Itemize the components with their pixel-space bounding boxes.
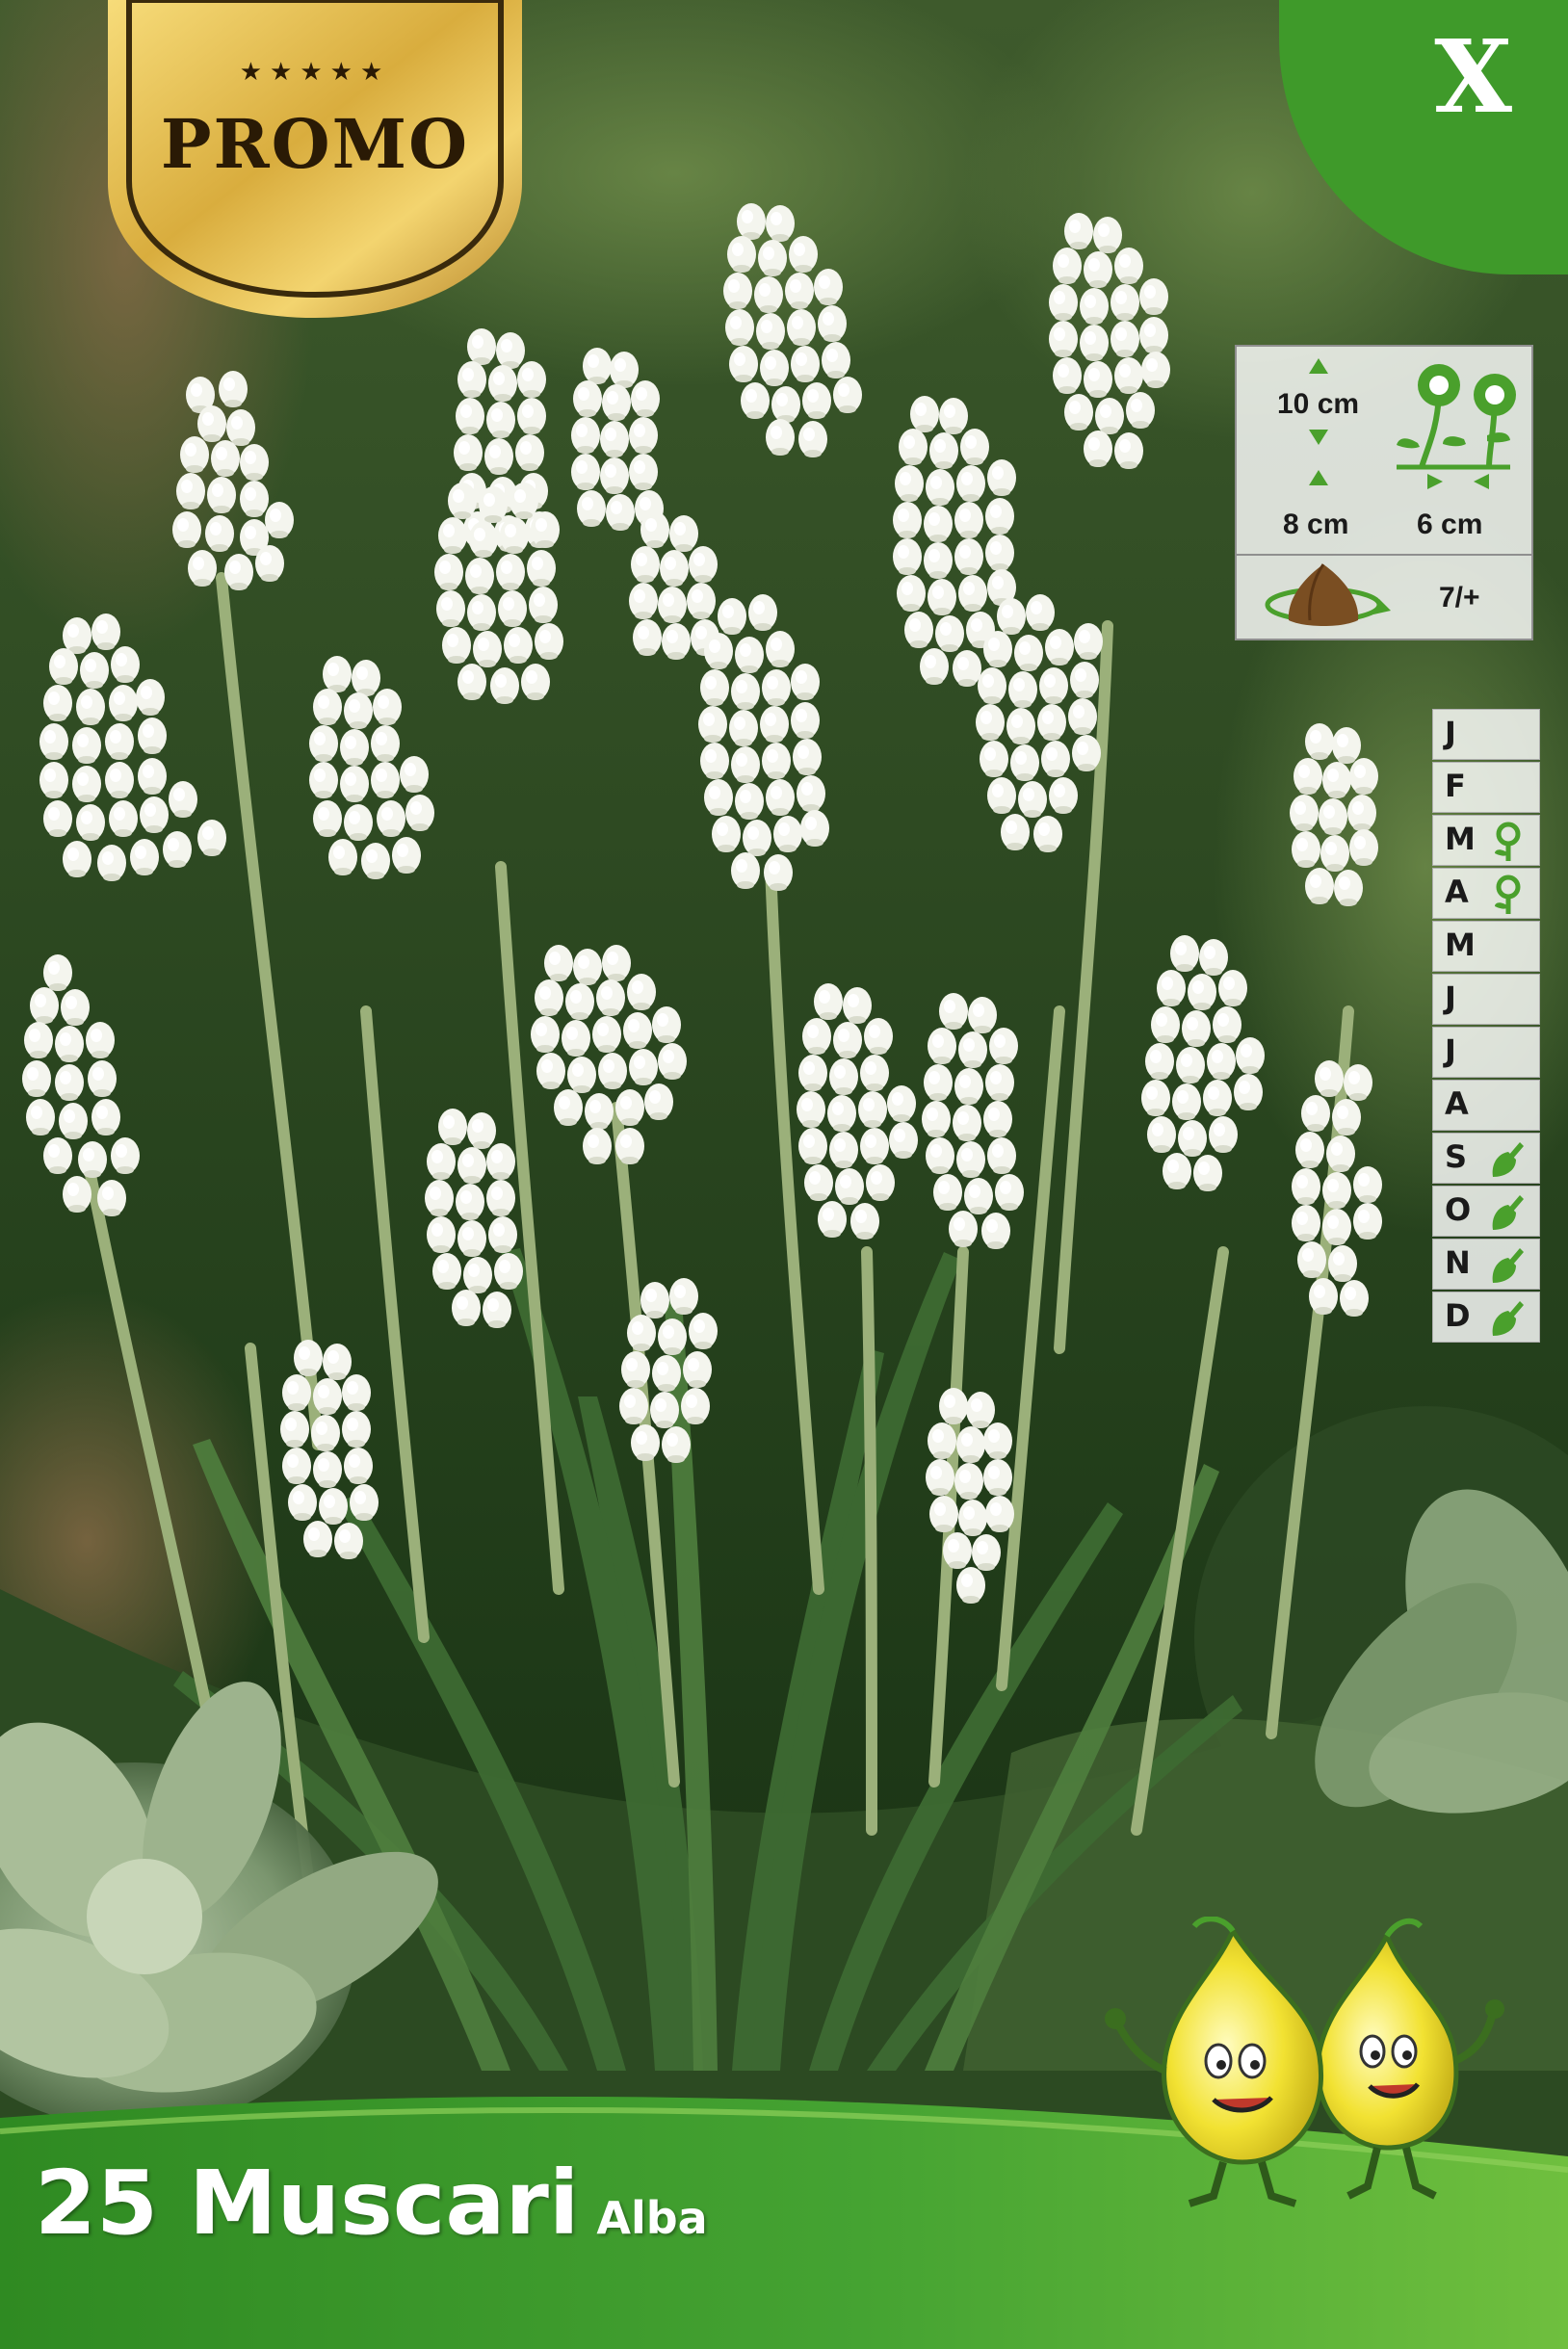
month-letter: N [1445, 1244, 1471, 1281]
month-row-june: J [1432, 974, 1540, 1025]
month-row-january: J [1432, 709, 1540, 760]
flower-icon [1495, 874, 1521, 914]
month-letter: J [1445, 715, 1456, 751]
month-row-february: F [1432, 762, 1540, 813]
bulb-size-badge: X [1279, 0, 1568, 274]
month-letter: O [1445, 1191, 1472, 1228]
month-letter: F [1445, 768, 1466, 804]
month-row-october: O [1432, 1186, 1540, 1237]
month-letter: S [1445, 1138, 1468, 1175]
trowel-icon [1492, 1195, 1524, 1230]
month-letter: M [1445, 927, 1476, 963]
product-title: 25 Muscari Alba [35, 2152, 708, 2255]
trowel-icon [1492, 1301, 1524, 1336]
bulb-size-range: 7/+ [1439, 582, 1480, 613]
month-letter: A [1445, 1085, 1469, 1122]
bulb-size-letter: X [1434, 17, 1512, 136]
bulb-rotation-icon [1265, 563, 1391, 626]
promo-badge: ★★★★★ PROMO [108, 0, 522, 318]
green-corner-shape [1279, 0, 1568, 274]
spacing-arrow-icon [1427, 474, 1489, 489]
product-name: 25 Muscari [35, 2152, 580, 2255]
month-letter: M [1445, 821, 1476, 857]
month-letter: D [1445, 1297, 1471, 1334]
trowel-icon [1492, 1248, 1524, 1283]
height-label: 10 cm [1277, 388, 1360, 420]
planting-calendar: J F M A M J J A S O N D [1432, 709, 1540, 1344]
flower-pair-icon [1397, 364, 1516, 470]
product-variety: Alba [596, 2192, 708, 2244]
month-row-march: M [1432, 815, 1540, 866]
promo-stars: ★★★★★ [239, 58, 391, 87]
month-row-april: A [1432, 868, 1540, 919]
trowel-icon [1492, 1142, 1524, 1177]
month-row-december: D [1432, 1292, 1540, 1343]
month-row-may: M [1432, 921, 1540, 972]
spacing-label: 6 cm [1417, 509, 1483, 540]
month-letter: J [1445, 979, 1456, 1016]
month-row-july: J [1432, 1027, 1540, 1078]
month-row-november: N [1432, 1239, 1540, 1290]
depth-label: 8 cm [1283, 509, 1349, 540]
month-letter: A [1445, 874, 1469, 910]
flower-icon [1495, 822, 1521, 861]
planting-info-panel: 10 cm 8 cm 6 cm 7/+ [1235, 345, 1533, 640]
month-row-august: A [1432, 1080, 1540, 1131]
month-row-september: S [1432, 1133, 1540, 1184]
depth-arrow-icon [1309, 470, 1328, 485]
promo-label: PROMO [160, 104, 470, 184]
month-letter: J [1445, 1032, 1456, 1069]
bulb-mascot-icon [1105, 1917, 1504, 2207]
